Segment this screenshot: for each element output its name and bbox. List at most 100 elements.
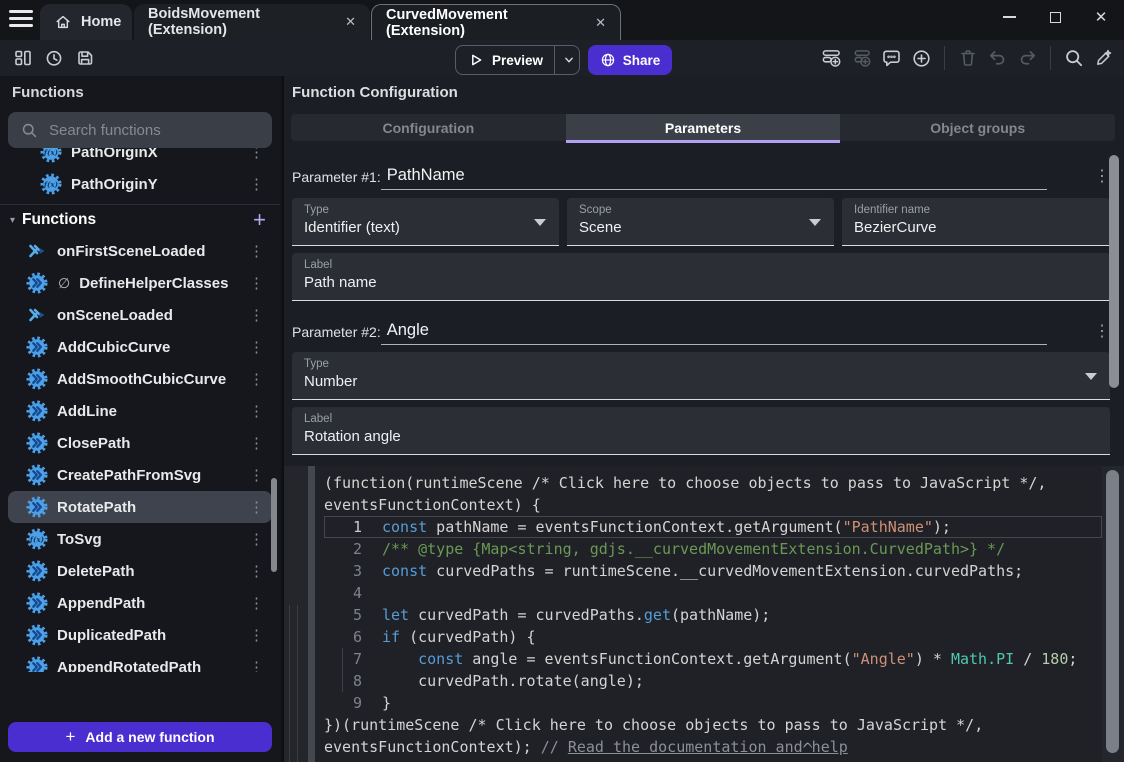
code-line[interactable]: 5let curvedPath = curvedPaths.get(pathNa…	[324, 604, 1102, 626]
functions-section-header[interactable]: ▾Functions+	[0, 204, 280, 235]
code-line[interactable]: 9}	[324, 692, 1102, 714]
share-button[interactable]: Share	[588, 45, 672, 75]
tab-configuration[interactable]: Configuration	[291, 114, 566, 141]
item-menu-icon[interactable]: ⋮	[245, 498, 268, 516]
parameters-scrollbar[interactable]	[1109, 155, 1119, 388]
item-menu-icon[interactable]: ⋮	[245, 175, 268, 193]
toolbar-right-icons	[821, 46, 1114, 70]
code-line[interactable]: 6if (curvedPath) {	[324, 626, 1102, 648]
function-item-onsceneloaded[interactable]: onSceneLoaded⋮	[0, 299, 280, 331]
item-menu-icon[interactable]: ⋮	[245, 148, 268, 161]
parameter-name-input[interactable]: PathName	[381, 166, 1047, 190]
function-item-pathoriginx[interactable]: f(x)PathOriginX⋮	[0, 148, 280, 168]
item-menu-icon[interactable]: ⋮	[245, 626, 268, 644]
tab-boidsmovement[interactable]: BoidsMovement (Extension) ✕	[134, 4, 370, 40]
param1-identifier-field[interactable]: Identifier name BezierCurve	[842, 198, 1110, 246]
item-menu-icon[interactable]: ⋮	[245, 306, 268, 324]
code-line[interactable]: })(runtimeScene /* Click here to choose …	[324, 714, 1102, 736]
preview-label: Preview	[492, 53, 543, 68]
close-tab-icon[interactable]: ✕	[595, 15, 606, 31]
param2-label-field[interactable]: Label Rotation angle	[292, 407, 1110, 455]
code-line[interactable]: 8 curvedPath.rotate(angle);	[324, 670, 1102, 692]
tab-home[interactable]: Home	[40, 4, 132, 40]
tab-curvedmovement[interactable]: CurvedMovement (Extension) ✕	[371, 4, 621, 40]
sidebar-scrollbar[interactable]	[271, 478, 277, 572]
add-comment-icon[interactable]	[881, 48, 902, 69]
function-item-closepath[interactable]: ClosePath⋮	[0, 427, 280, 459]
add-sub-event-icon	[851, 48, 872, 69]
code-line[interactable]: 7 const angle = eventsFunctionContext.ge…	[324, 648, 1102, 670]
function-item-duplicatedpath[interactable]: DuplicatedPath⋮	[0, 619, 280, 651]
param1-label-field[interactable]: Label Path name	[292, 253, 1110, 301]
edit-scene-icon[interactable]	[1093, 48, 1114, 69]
item-menu-icon[interactable]: ⋮	[245, 434, 268, 452]
function-item-createpathfromsvg[interactable]: CreatePathFromSvg⋮	[0, 459, 280, 491]
search-icon[interactable]	[1063, 48, 1084, 69]
config-tabs: Configuration Parameters Object groups	[291, 114, 1115, 141]
code-line[interactable]: (function(runtimeScene /* Click here to …	[324, 472, 1102, 494]
add-other-icon[interactable]	[911, 48, 932, 69]
item-menu-icon[interactable]: ⋮	[245, 466, 268, 484]
history-icon[interactable]	[43, 47, 64, 68]
item-menu-icon[interactable]: ⋮	[245, 562, 268, 580]
add-event-icon[interactable]	[821, 48, 842, 69]
code-line[interactable]: 2/** @type {Map<string, gdjs.__curvedMov…	[324, 538, 1102, 560]
tab-object-groups[interactable]: Object groups	[840, 114, 1115, 141]
project-manager-icon[interactable]	[12, 47, 33, 68]
param1-scope-select[interactable]: Scope Scene	[567, 198, 834, 246]
code-line[interactable]: eventsFunctionContext); // Read the docu…	[324, 736, 1102, 758]
function-item-addsmoothcubiccurve[interactable]: AddSmoothCubicCurve⋮	[0, 363, 280, 395]
function-item-rotatepath[interactable]: RotatePath⋮	[8, 491, 272, 523]
item-menu-icon[interactable]: ⋮	[245, 370, 268, 388]
param1-type-select[interactable]: Type Identifier (text)	[292, 198, 559, 246]
item-menu-icon[interactable]: ⋮	[245, 274, 268, 292]
plus-icon: +	[65, 727, 75, 747]
editor-margin-bar	[308, 466, 315, 762]
tab-label: CurvedMovement (Extension)	[386, 7, 581, 39]
code-editor[interactable]: (function(runtimeScene /* Click here to …	[284, 466, 1124, 762]
function-item-deletepath[interactable]: DeletePath⋮	[0, 555, 280, 587]
add-function-plus-icon[interactable]: +	[253, 210, 266, 230]
editor-scrollbar[interactable]	[1106, 470, 1119, 753]
maximize-button[interactable]	[1032, 0, 1078, 34]
function-item-appendrotatedpath[interactable]: AppendRotatedPath⋮	[0, 651, 280, 672]
add-new-function-button[interactable]: + Add a new function	[8, 722, 272, 752]
function-item-addline[interactable]: AddLine⋮	[0, 395, 280, 427]
chevron-down-icon[interactable]	[562, 53, 576, 67]
item-menu-icon[interactable]: ⋮	[245, 338, 268, 356]
tab-parameters[interactable]: Parameters	[566, 114, 841, 141]
code-lines: (function(runtimeScene /* Click here to …	[324, 472, 1102, 758]
main-menu-icon[interactable]	[9, 10, 33, 30]
code-line[interactable]: 3const curvedPaths = runtimeScene.__curv…	[324, 560, 1102, 582]
collapse-caret-icon[interactable]: ▾	[10, 215, 15, 226]
close-button[interactable]: ✕	[1078, 0, 1124, 34]
function-item-appendpath[interactable]: AppendPath⋮	[0, 587, 280, 619]
action-icon	[26, 560, 48, 582]
code-line[interactable]: 1const pathName = eventsFunctionContext.…	[324, 516, 1102, 538]
function-item-tosvg[interactable]: f(x)ToSvg⋮	[0, 523, 280, 555]
panel-resize-caret-icon[interactable]: ᨈ	[803, 736, 814, 752]
globe-icon	[600, 52, 616, 68]
search-input[interactable]: Search functions	[8, 112, 272, 148]
minimize-button[interactable]	[986, 0, 1032, 34]
parameter-menu-icon[interactable]: ⋮	[1094, 321, 1110, 345]
item-menu-icon[interactable]: ⋮	[245, 658, 268, 672]
preview-button[interactable]: Preview	[455, 45, 580, 75]
action-icon	[26, 368, 48, 390]
action-icon	[26, 624, 48, 646]
function-item-addcubiccurve[interactable]: AddCubicCurve⋮	[0, 331, 280, 363]
param2-type-select[interactable]: Type Number	[292, 352, 1110, 400]
code-line[interactable]: eventsFunctionContext) {	[324, 494, 1102, 516]
function-item-onfirstsceneloaded[interactable]: onFirstSceneLoaded⋮	[0, 235, 280, 267]
function-item-pathoriginy[interactable]: f(x)PathOriginY⋮	[0, 168, 280, 200]
item-menu-icon[interactable]: ⋮	[245, 530, 268, 548]
item-menu-icon[interactable]: ⋮	[245, 402, 268, 420]
close-tab-icon[interactable]: ✕	[345, 14, 356, 30]
code-line[interactable]: 4	[324, 582, 1102, 604]
parameter-menu-icon[interactable]: ⋮	[1094, 166, 1110, 190]
parameter-name-input[interactable]: Angle	[381, 321, 1047, 345]
function-item-definehelperclasses[interactable]: ∅DefineHelperClasses⋮	[0, 267, 280, 299]
save-icon[interactable]	[74, 47, 95, 68]
item-menu-icon[interactable]: ⋮	[245, 594, 268, 612]
item-menu-icon[interactable]: ⋮	[245, 242, 268, 260]
